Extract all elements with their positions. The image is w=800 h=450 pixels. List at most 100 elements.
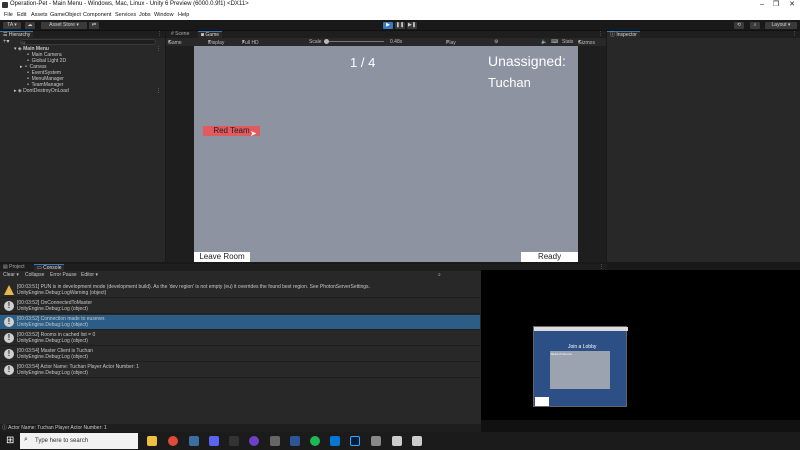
play-button[interactable]: ▶ bbox=[383, 22, 393, 29]
tab-hierarchy[interactable]: ☰ Hierarchy bbox=[0, 31, 34, 38]
log-entry[interactable]: ! [00:03:54] Master Client is Tuchan Uni… bbox=[0, 347, 480, 362]
shortcut-icon[interactable]: ⌨ bbox=[551, 39, 558, 45]
menu-edit[interactable]: Edit bbox=[17, 12, 26, 18]
tab-inspector[interactable]: ⓘ Inspector bbox=[607, 31, 640, 38]
display-dropdown[interactable]: Display 1 ▾ bbox=[208, 39, 224, 52]
close-window-button[interactable]: ✕ bbox=[785, 0, 799, 11]
history-icon[interactable]: ⟲ bbox=[734, 22, 744, 29]
menu-jobs[interactable]: Jobs bbox=[139, 12, 151, 18]
menu-bar: File Edit Assets GameObject Component Se… bbox=[0, 11, 800, 20]
item-menu-icon[interactable]: ⋮ bbox=[156, 88, 161, 94]
search-icon[interactable]: ⌕ bbox=[750, 22, 760, 29]
github-icon[interactable] bbox=[249, 436, 259, 446]
menu-help[interactable]: Help bbox=[178, 12, 189, 18]
log-source: UnityEngine.Debug:LogWarning (object) bbox=[17, 290, 107, 296]
stats-button[interactable]: Stats bbox=[562, 39, 573, 45]
spotify-icon[interactable] bbox=[310, 436, 320, 446]
hierarchy-item-label: DontDestroyOnLoad bbox=[23, 88, 69, 94]
vscode-icon[interactable] bbox=[330, 436, 340, 446]
leave-room-button[interactable]: Leave Room bbox=[194, 252, 250, 262]
panel-menu-icon[interactable]: ⋮ bbox=[792, 31, 797, 38]
ready-button[interactable]: Ready bbox=[521, 252, 578, 262]
mute-audio-icon[interactable]: 🔈 bbox=[541, 39, 547, 45]
log-entry[interactable]: [00:03:51] PUN is in development mode (d… bbox=[0, 283, 480, 298]
asset-store-label: Asset Store bbox=[49, 22, 75, 28]
layout-dropdown[interactable]: Layout ▾ bbox=[765, 22, 797, 29]
status-message: Actor Name: Tuchan Player Actor Number: … bbox=[8, 425, 107, 431]
game-build-icon-2[interactable] bbox=[412, 436, 422, 446]
settings-icon[interactable]: ⚙ bbox=[494, 39, 498, 45]
log-entry[interactable]: ! [00:03:52] Rooms in cached list = 0 Un… bbox=[0, 331, 480, 346]
layout-label: Layout bbox=[771, 22, 787, 28]
maximize-button[interactable]: ❐ bbox=[769, 0, 783, 11]
hierarchy-item-dontdestroyonload[interactable]: ▸ ◈ DontDestroyOnLoad ⋮ bbox=[0, 88, 164, 94]
tab-project[interactable]: ▤ Project bbox=[0, 264, 28, 271]
step-button[interactable]: ▶❚ bbox=[407, 22, 417, 29]
game-build-window: Join a Lobby Refresh Rooms bbox=[481, 270, 800, 432]
log-source: UnityEngine.Debug:Log (object) bbox=[17, 338, 88, 344]
file-explorer-icon[interactable] bbox=[147, 436, 157, 446]
search-icon: ⌕ bbox=[24, 436, 28, 443]
menu-component[interactable]: Component bbox=[83, 12, 111, 18]
tab-scene[interactable]: # Scene bbox=[168, 31, 192, 38]
unity-icon[interactable] bbox=[371, 436, 381, 446]
version-control-icon[interactable]: ⇄ bbox=[89, 22, 99, 29]
game-mode-dropdown[interactable]: Game ▾ bbox=[168, 39, 182, 46]
hierarchy-panel: ☰ Hierarchy ⋮ +▾ ▾ ◈ Main Menu⋮ ⚬ Main C… bbox=[0, 31, 165, 262]
cloud-icon[interactable]: ☁ bbox=[25, 22, 35, 29]
tab-game[interactable]: ◙ Game bbox=[198, 31, 223, 38]
info-icon: ! bbox=[4, 301, 14, 311]
chrome-icon[interactable] bbox=[168, 436, 178, 446]
hierarchy-header: ☰ Hierarchy ⋮ bbox=[0, 31, 165, 38]
word-icon[interactable] bbox=[290, 436, 300, 446]
clear-button[interactable]: Clear ▾ bbox=[3, 272, 19, 278]
console-log-list: [00:03:51] PUN is in development mode (d… bbox=[0, 283, 480, 423]
unity-hub-icon[interactable] bbox=[270, 436, 280, 446]
account-dropdown[interactable]: TA ▾ bbox=[3, 22, 21, 29]
add-icon[interactable]: +▾ bbox=[3, 38, 10, 45]
editor-dropdown[interactable]: Editor ▾ bbox=[81, 272, 98, 278]
scale-slider[interactable] bbox=[324, 41, 384, 42]
discord-icon[interactable] bbox=[209, 436, 219, 446]
hierarchy-search-input[interactable] bbox=[20, 39, 156, 45]
log-entry-selected[interactable]: ! [00:03:52] Connection made to eusever.… bbox=[0, 315, 480, 330]
photoshop-icon[interactable] bbox=[350, 436, 360, 446]
pause-button[interactable]: ❚❚ bbox=[395, 22, 405, 29]
gizmos-label: Gizmos bbox=[578, 40, 595, 46]
panel-menu-icon[interactable]: ⋮ bbox=[598, 31, 603, 38]
build-button[interactable] bbox=[535, 397, 549, 406]
info-icon: ! bbox=[4, 365, 14, 375]
asset-store-button[interactable]: Asset Store ▾ bbox=[41, 22, 87, 29]
log-source: UnityEngine.Debug:Log (object) bbox=[17, 306, 88, 312]
log-entry[interactable]: ! [00:03:54] Actor Name: Tuchan Player A… bbox=[0, 363, 480, 378]
taskbar-search[interactable]: ⌕ Type here to search bbox=[20, 433, 138, 449]
collapse-button[interactable]: Collapse bbox=[25, 272, 44, 278]
game-app-icon[interactable] bbox=[229, 436, 239, 446]
windows-start-icon[interactable]: ⊞ bbox=[6, 435, 14, 446]
scale-slider-handle[interactable] bbox=[324, 39, 329, 44]
game-build-icon[interactable] bbox=[392, 436, 402, 446]
menu-services[interactable]: Services bbox=[115, 12, 136, 18]
error-pause-button[interactable]: Error Pause bbox=[50, 272, 77, 278]
minimize-button[interactable]: – bbox=[755, 0, 769, 11]
center-panel: # Scene ◙ Game ⋮ Game ▾ Display 1 ▾ Full… bbox=[166, 31, 606, 262]
log-entry[interactable]: ! [00:03:52] OnConnectedToMaster UnityEn… bbox=[0, 299, 480, 314]
panel-menu-icon[interactable]: ⋮ bbox=[157, 31, 162, 38]
refresh-rooms-button[interactable]: Refresh Rooms bbox=[551, 352, 572, 356]
menu-file[interactable]: File bbox=[4, 12, 13, 18]
console-search-icon[interactable]: ⌕ bbox=[438, 272, 441, 278]
mini-taskbar bbox=[481, 420, 800, 432]
play-focused-dropdown[interactable]: Play Focused ▾ bbox=[446, 39, 465, 52]
tab-console[interactable]: ▭ Console bbox=[34, 264, 65, 271]
menu-gameobject[interactable]: GameObject bbox=[50, 12, 81, 18]
gizmos-dropdown[interactable]: Gizmos ▾ bbox=[578, 39, 595, 46]
menu-assets[interactable]: Assets bbox=[31, 12, 48, 18]
inspector-tab-label: Inspector bbox=[616, 32, 637, 38]
game-view: 1 / 4 Unassigned: Tuchan Red Team ➤ Leav… bbox=[194, 46, 578, 262]
resolution-dropdown[interactable]: Full HD (1920x1080) ▾ bbox=[242, 39, 270, 52]
clear-label: Clear bbox=[3, 272, 15, 278]
build-titlebar bbox=[534, 327, 628, 331]
center-tabs: # Scene ◙ Game ⋮ bbox=[166, 31, 606, 38]
steam-icon[interactable] bbox=[189, 436, 199, 446]
menu-window[interactable]: Window bbox=[154, 12, 174, 18]
